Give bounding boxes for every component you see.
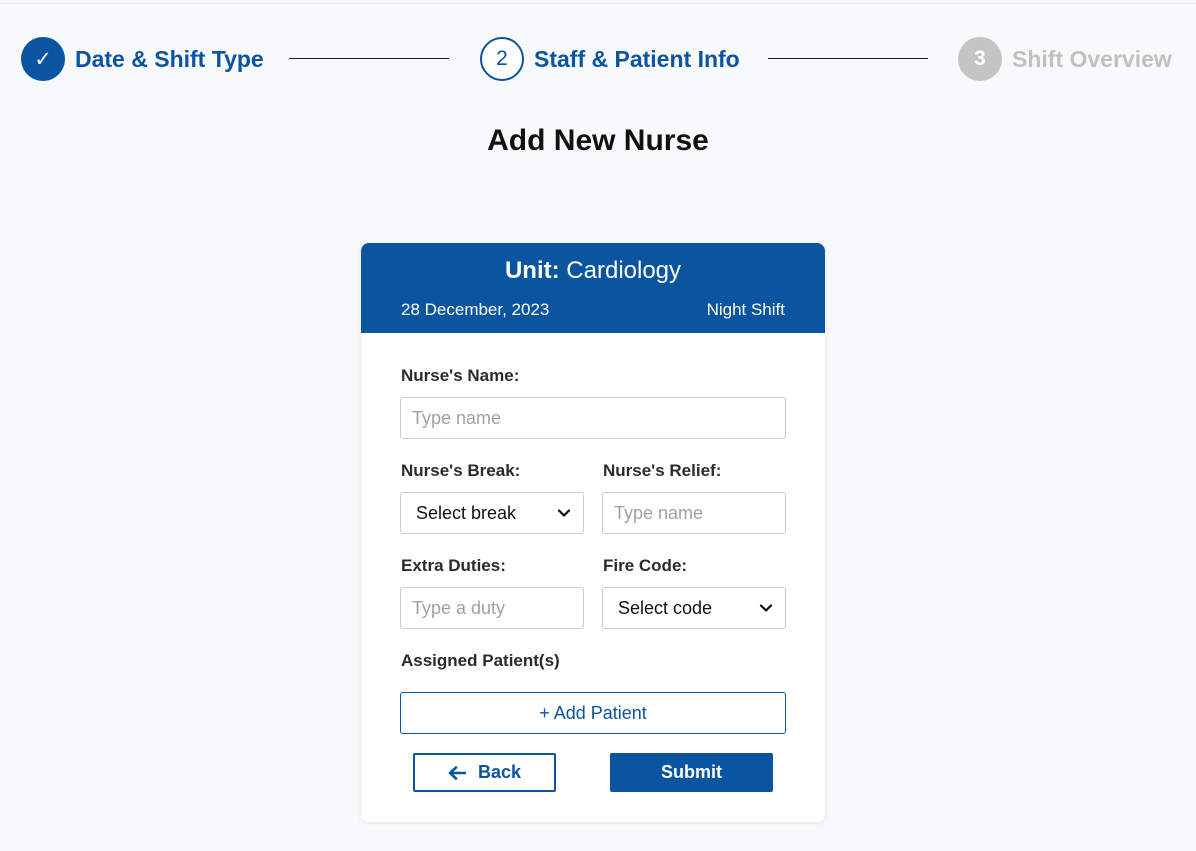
step-label: Staff & Patient Info <box>534 45 740 72</box>
top-divider <box>0 3 1196 4</box>
chevron-down-icon <box>759 604 773 612</box>
stepper: ✓ Date & Shift Type 2 Staff & Patient In… <box>0 35 1196 83</box>
check-icon: ✓ <box>21 37 65 81</box>
step-number: 2 <box>480 37 524 81</box>
step-shift-overview[interactable]: 3 Shift Overview <box>958 35 1172 83</box>
shift-type: Night Shift <box>706 300 785 319</box>
unit-key: Unit: <box>504 257 560 284</box>
shift-date: 28 December, 2023 <box>401 300 550 319</box>
unit-value: Cardiology <box>566 257 682 284</box>
step-connector <box>289 58 449 59</box>
back-button[interactable]: Back <box>413 753 556 792</box>
step-staff-patient-info[interactable]: 2 Staff & Patient Info <box>480 35 740 83</box>
unit-line: Unit: Cardiology <box>361 257 825 285</box>
step-connector <box>768 58 928 59</box>
select-value: Select break <box>416 502 517 523</box>
submit-button[interactable]: Submit <box>610 753 773 792</box>
page-title: Add New Nurse <box>487 124 709 157</box>
select-value: Select code <box>618 597 713 618</box>
card-header: Unit: Cardiology 28 December, 2023 Night… <box>361 243 825 333</box>
back-label: Back <box>477 762 522 782</box>
nurse-break-select[interactable]: Select break <box>400 492 584 534</box>
step-label: Date & Shift Type <box>75 45 264 72</box>
arrow-left-icon <box>448 765 466 780</box>
step-number: 3 <box>958 37 1002 81</box>
step-date-shift-type[interactable]: ✓ Date & Shift Type <box>21 35 264 83</box>
extra-duties-label: Extra Duties: <box>401 556 506 575</box>
nurse-relief-label: Nurse's Relief: <box>603 461 722 480</box>
nurse-form-card: Unit: Cardiology 28 December, 2023 Night… <box>361 243 825 822</box>
assigned-patients-label: Assigned Patient(s) <box>401 651 560 670</box>
nurse-name-label: Nurse's Name: <box>401 366 520 385</box>
nurse-relief-input[interactable] <box>602 492 786 534</box>
step-label: Shift Overview <box>1012 45 1172 72</box>
fire-code-label: Fire Code: <box>603 556 688 575</box>
nurse-name-input[interactable] <box>400 397 786 439</box>
extra-duties-input[interactable] <box>400 587 584 629</box>
chevron-down-icon <box>557 509 571 517</box>
nurse-break-label: Nurse's Break: <box>401 461 521 480</box>
fire-code-select[interactable]: Select code <box>602 587 786 629</box>
add-patient-button[interactable]: + Add Patient <box>400 692 786 734</box>
